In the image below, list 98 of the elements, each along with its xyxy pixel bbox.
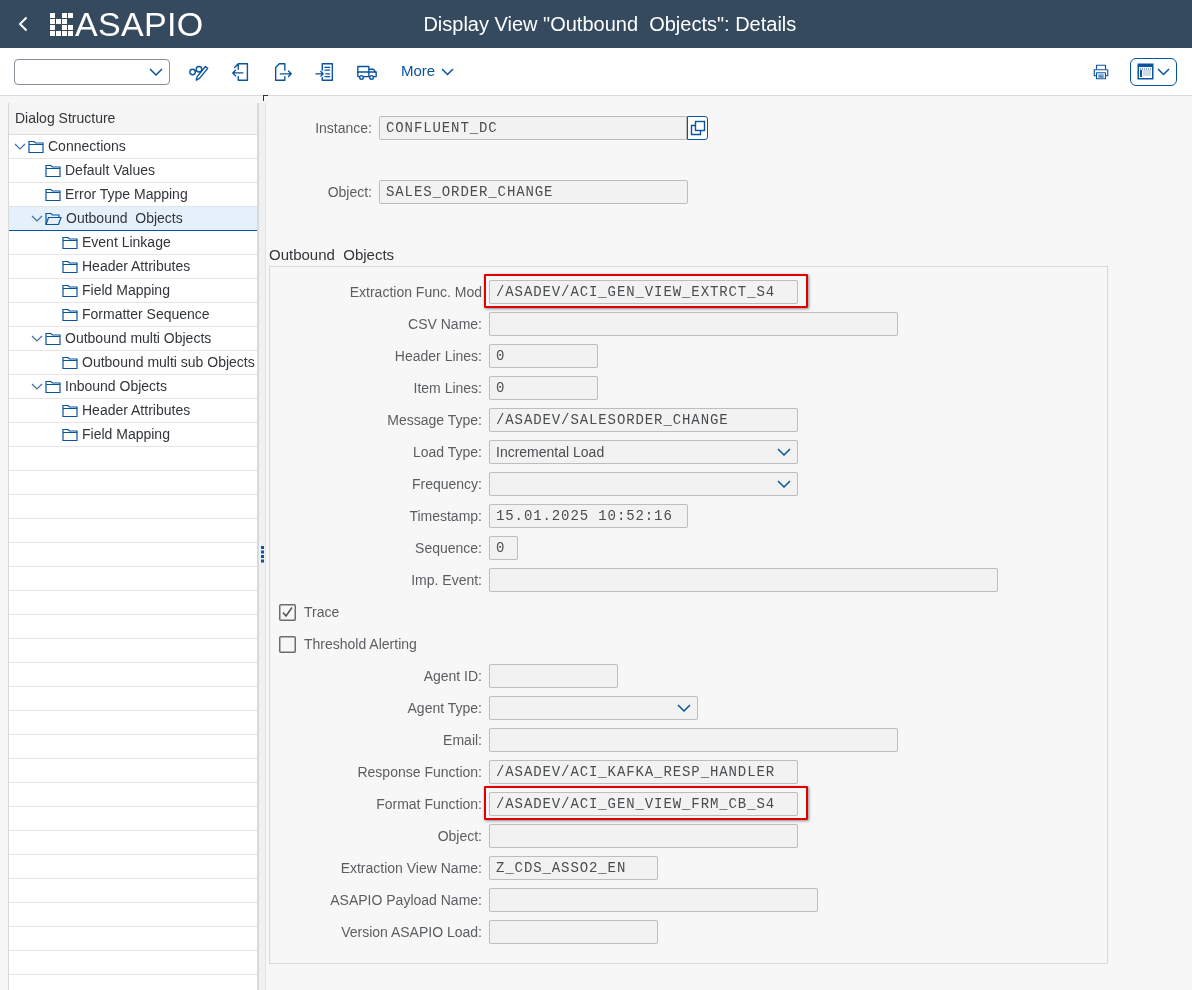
tree-item[interactable]: Outbound Objects — [9, 207, 257, 231]
tree-item[interactable]: Formatter Sequence — [9, 303, 257, 327]
folder-icon — [45, 187, 61, 202]
folder-icon — [62, 403, 78, 418]
field-label: Extraction View Name: — [339, 858, 483, 878]
caret-down-icon[interactable] — [31, 383, 43, 390]
page-title: Display View "Outbound Objects": Details — [423, 12, 797, 37]
folder-icon — [62, 235, 78, 250]
field-label: Version ASAPIO Load: — [340, 922, 483, 942]
window-icon — [1137, 63, 1154, 80]
checkbox-label: Trace — [304, 602, 340, 622]
field-label: CSV Name: — [407, 314, 483, 334]
folder-icon — [62, 259, 78, 274]
text-field[interactable]: CONFLUENT_DC — [379, 116, 687, 140]
field-label: Sequence: — [414, 538, 483, 558]
field-label: Message Type: — [386, 410, 483, 430]
field-label: Item Lines: — [412, 378, 483, 398]
tree-item[interactable]: Header Attributes — [9, 255, 257, 279]
open-folder-icon — [45, 211, 62, 226]
tree-item[interactable]: Outbound multi Objects — [9, 327, 257, 351]
text-field[interactable] — [489, 824, 798, 848]
text-field[interactable]: 15.01.2025 10:52:16 — [489, 504, 688, 528]
field-label: Imp. Event: — [410, 570, 483, 590]
caret-icon — [441, 67, 455, 76]
folder-icon — [28, 139, 44, 154]
dropdown-field[interactable] — [489, 472, 798, 496]
field-label: Load Type: — [411, 442, 483, 462]
section-title: Outbound Objects — [269, 246, 396, 264]
folder-icon — [62, 427, 78, 442]
tree-item[interactable]: Inbound Objects — [9, 375, 257, 399]
more-button[interactable]: More — [393, 55, 463, 88]
tree-item[interactable]: Connections — [9, 135, 257, 159]
folder-icon — [45, 331, 61, 346]
caret-down-icon[interactable] — [31, 335, 43, 342]
field-label: ASAPIO Payload Name: — [329, 890, 483, 910]
text-field[interactable]: SALES_ORDER_CHANGE — [379, 180, 688, 204]
text-field[interactable]: /ASADEV/ACI_KAFKA_RESP_HANDLER — [489, 760, 798, 784]
command-field[interactable] — [14, 58, 170, 85]
printer-icon — [1092, 62, 1110, 81]
text-field[interactable]: 0 — [489, 536, 518, 560]
text-field[interactable]: /ASADEV/ACI_GEN_VIEW_FRM_CB_S4 — [489, 792, 798, 816]
grip-dots-icon[interactable] — [260, 546, 264, 563]
checkbox[interactable] — [279, 635, 296, 653]
overlapping-squares-icon — [689, 120, 706, 136]
caret-icon — [777, 448, 791, 456]
value-help-button[interactable] — [687, 116, 708, 140]
tree-item[interactable]: Event Linkage — [9, 231, 257, 255]
folder-icon — [62, 283, 78, 298]
dropdown-field[interactable]: Incremental Load — [489, 440, 798, 464]
logo-grid-icon — [50, 12, 73, 36]
field-label: Object: — [326, 182, 373, 202]
layout-menu-button[interactable] — [1130, 57, 1177, 86]
tree-item[interactable]: Header Attributes — [9, 399, 257, 423]
document-lines-arrow-icon — [314, 60, 336, 83]
field-label: Email: — [442, 730, 483, 750]
logo-text: ASAPIO — [75, 7, 204, 41]
text-field[interactable]: 0 — [489, 344, 598, 368]
caret-icon — [149, 67, 163, 76]
field-label: Frequency: — [410, 474, 483, 494]
text-field[interactable] — [489, 728, 898, 752]
caret-icon — [1157, 67, 1170, 76]
tree-item[interactable]: Default Values — [9, 159, 257, 183]
field-label: Agent Type: — [406, 698, 483, 718]
sidebar-title: Dialog Structure — [9, 103, 257, 135]
folder-icon — [45, 163, 61, 178]
tree-item[interactable]: Outbound multi sub Objects — [9, 351, 257, 375]
corner-mark-icon — [263, 95, 268, 101]
field-label: Timestamp: — [408, 506, 483, 526]
text-field[interactable]: 0 — [489, 376, 598, 400]
field-label: Response Function: — [356, 762, 483, 782]
text-field[interactable] — [489, 312, 898, 336]
field-label: Format Function: — [375, 794, 483, 814]
dropdown-field[interactable] — [489, 696, 698, 720]
folder-icon — [45, 379, 61, 394]
field-label: Header Lines: — [393, 346, 483, 366]
folder-icon — [62, 355, 78, 370]
text-field[interactable]: Z_CDS_ASSO2_EN — [489, 856, 658, 880]
text-field[interactable] — [489, 664, 618, 688]
caret-down-icon[interactable] — [14, 143, 26, 150]
caret-icon — [677, 704, 691, 712]
field-label: Object: — [436, 826, 483, 846]
checkbox[interactable] — [279, 603, 296, 621]
caret-icon — [777, 480, 791, 488]
document-arrow-right-icon — [272, 60, 294, 83]
caret-down-icon[interactable] — [31, 215, 43, 222]
field-label: Extraction Func. Mod — [348, 282, 483, 302]
checkbox-label: Threshold Alerting — [304, 634, 417, 654]
field-label: Agent ID: — [422, 666, 483, 686]
text-field[interactable]: /ASADEV/SALESORDER_CHANGE — [489, 408, 798, 432]
text-field[interactable] — [489, 568, 998, 592]
tree-item[interactable]: Field Mapping — [9, 423, 257, 447]
text-field[interactable] — [489, 920, 658, 944]
folder-icon — [62, 307, 78, 322]
chevron-left-icon — [18, 16, 28, 32]
text-field[interactable] — [489, 888, 818, 912]
tree-item[interactable]: Field Mapping — [9, 279, 257, 303]
field-label: Instance: — [314, 118, 373, 138]
text-field[interactable]: /ASADEV/ACI_GEN_VIEW_EXTRCT_S4 — [489, 280, 798, 304]
